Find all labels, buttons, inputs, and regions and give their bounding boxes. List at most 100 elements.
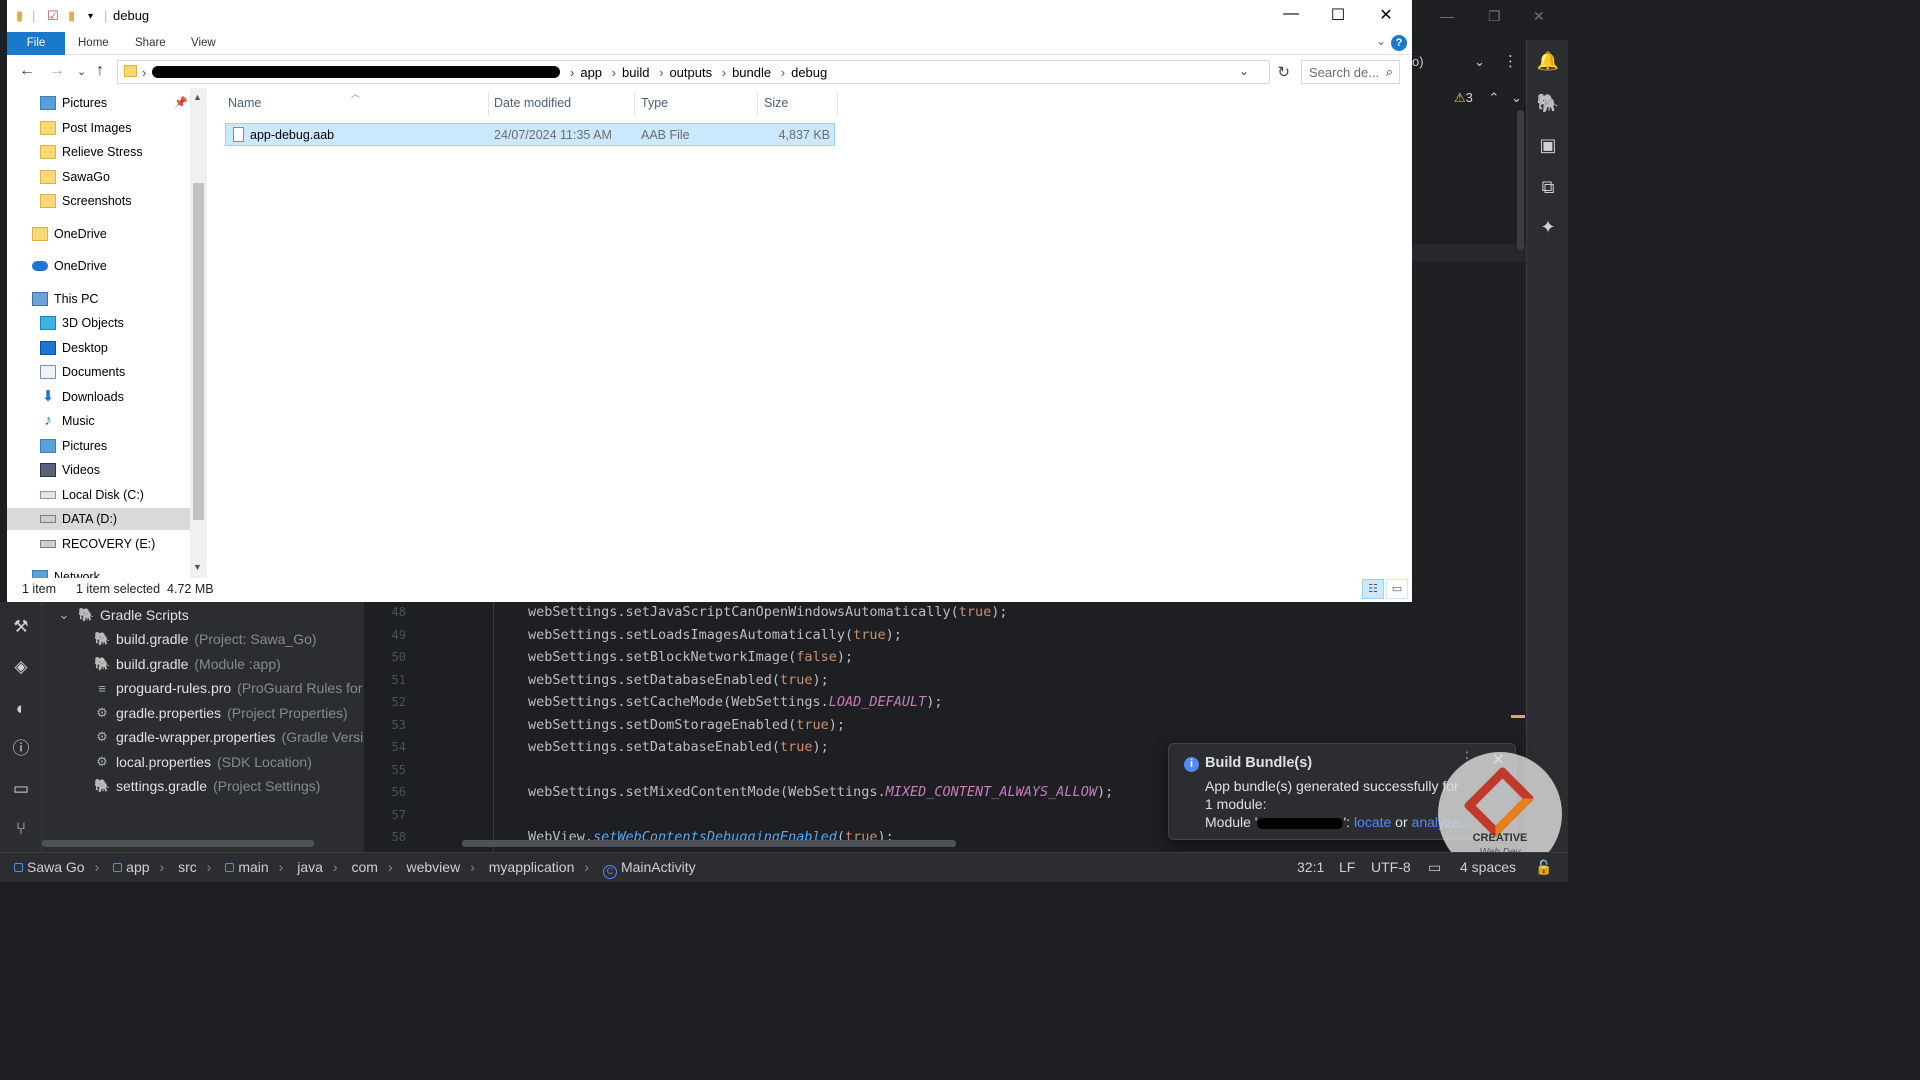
forward-icon[interactable]: → [49,62,65,80]
nav-item-videos[interactable]: Videos [40,459,100,481]
refresh-icon[interactable]: ↻ [1277,63,1290,81]
search-input[interactable]: Search de... ⌕ [1301,60,1400,84]
scrollbar-thumb[interactable] [193,183,204,520]
column-header-date[interactable]: Date modified [494,96,571,110]
lock-icon[interactable]: 🔓 [1535,859,1552,876]
breadcrumb-item[interactable]: debug [791,65,827,80]
breadcrumb-item[interactable]: build [622,65,649,80]
ide-restore-icon[interactable]: ❐ [1488,8,1501,25]
tree-item[interactable]: 🐘 settings.gradle (Project Settings) [94,775,320,797]
tree-item[interactable]: 🐘 build.gradle (Module :app) [94,653,281,675]
project-scrollbar[interactable] [42,840,314,847]
ide-minimize-icon[interactable]: — [1440,8,1454,24]
nav-item-onedrive-folder[interactable]: OneDrive [32,223,107,245]
nav-item-post-images[interactable]: Post Images [40,117,131,139]
nav-item-downloads[interactable]: ⬇ Downloads [40,386,124,408]
caret-position[interactable]: 32:1 [1297,859,1324,875]
nav-item-this-pc[interactable]: This PC [32,288,98,310]
gemini-icon[interactable]: ✦ [1535,214,1561,240]
tree-item[interactable]: ⚙ gradle-wrapper.properties (Gradle Versi [94,726,363,748]
help-icon[interactable]: ? [1391,35,1407,51]
recent-locations-icon[interactable]: ⌄ [77,65,86,78]
scroll-down-icon[interactable]: ▼ [193,562,202,572]
locate-link[interactable]: locate [1354,814,1391,830]
breadcrumb-item[interactable]: src [178,859,197,875]
navigation-scrollbar[interactable]: ▲ ▼ [190,88,207,578]
logcat-icon[interactable]: ◐ [8,696,34,722]
up-icon[interactable]: ↑ [96,62,104,80]
indent-setting[interactable]: 4 spaces [1460,859,1516,875]
chevron-down-icon[interactable]: ⌄ [1511,90,1522,105]
build-icon[interactable]: ⚒ [8,614,34,640]
terminal-icon[interactable]: ▭ [8,776,34,802]
new-folder-icon[interactable]: ▮ [68,8,75,24]
editor-scrollbar[interactable] [1517,110,1524,250]
large-icons-view-icon[interactable]: ▭ [1386,579,1408,599]
breadcrumb-item[interactable]: myapplication [489,859,575,875]
problems-icon[interactable]: ⓘ [8,736,34,762]
column-header-size[interactable]: Size [764,96,788,110]
tree-item[interactable]: 🐘 build.gradle (Project: Sawa_Go) [94,628,317,650]
more-options-icon[interactable]: ⋮ [1503,52,1518,70]
chevron-up-icon[interactable]: ⌃ [1489,90,1500,105]
breadcrumb-item[interactable]: Sawa Go [27,859,85,875]
nav-item-onedrive[interactable]: OneDrive [32,255,107,277]
column-header-type[interactable]: Type [641,96,668,110]
tree-item[interactable]: ≡ proguard-rules.pro (ProGuard Rules for [94,677,362,699]
nav-item-music[interactable]: ♪ Music [40,410,94,432]
back-icon[interactable]: ← [19,62,35,80]
breadcrumb-item[interactable]: java [297,859,323,875]
properties-icon[interactable]: ☑ [47,8,59,24]
scroll-up-icon[interactable]: ▲ [193,92,202,102]
nav-item-3d-objects[interactable]: 3D Objects [40,312,124,334]
ide-close-icon[interactable]: ✕ [1533,8,1545,25]
nav-item-relieve-stress[interactable]: Relieve Stress [40,141,143,163]
file-encoding[interactable]: UTF-8 [1371,859,1411,875]
breadcrumb-item[interactable]: app [580,65,602,80]
tab-view[interactable]: View [180,32,227,55]
maximize-icon[interactable]: ☐ [1315,5,1361,25]
expand-ribbon-icon[interactable]: ⌄ [1376,34,1386,48]
gem-icon[interactable]: ◈ [8,654,34,680]
close-icon[interactable]: ✕ [1363,5,1409,25]
nav-item-pictures[interactable]: Pictures [40,92,107,114]
nav-item-sawago[interactable]: SawaGo [40,166,110,188]
column-header-name[interactable]: Name [228,96,261,110]
nav-item-recovery-drive[interactable]: RECOVERY (E:) [40,533,155,555]
device-manager-icon[interactable]: ▣ [1535,132,1561,158]
address-bar[interactable]: › › app › build › outputs › bundle › debug ⌄ … [117,60,1290,84]
tab-file[interactable]: File [7,32,65,55]
readonly-toggle-icon[interactable]: ▭ [1428,859,1441,876]
breadcrumb-item[interactable]: app [126,859,149,875]
nav-item-network[interactable]: Network [32,566,100,578]
breadcrumb-item[interactable]: bundle [732,65,771,80]
warning-indicator[interactable]: ⚠3 ⌃ ⌄ [1454,90,1522,106]
chevron-down-icon[interactable]: ⌄ [1474,54,1485,70]
nav-item-data-drive[interactable]: DATA (D:) [7,508,190,530]
breadcrumb-item[interactable]: com [351,859,377,875]
minimize-icon[interactable]: — [1268,5,1314,23]
address-dropdown-icon[interactable]: ⌄ [1239,64,1249,78]
gradle-icon[interactable]: 🐘 [1535,90,1561,116]
breadcrumb-item[interactable]: webview [407,859,461,875]
tab-share[interactable]: Share [124,32,177,55]
details-view-icon[interactable]: ☷ [1362,579,1384,599]
tree-item[interactable]: ⚙ gradle.properties (Project Properties) [94,702,347,724]
nav-item-pictures-pc[interactable]: Pictures [40,435,107,457]
tree-item[interactable]: ⚙ local.properties (SDK Location) [94,751,312,773]
pin-icon[interactable]: 📌 [174,96,188,109]
customize-toolbar-icon[interactable]: ▾ [88,11,93,22]
notifications-icon[interactable]: 🔔 [1535,48,1561,74]
nav-item-screenshots[interactable]: Screenshots [40,190,131,212]
file-row[interactable]: app-debug.aab 24/07/2024 11:35 AM AAB Fi… [225,123,835,146]
git-icon[interactable]: ⑂ [8,816,34,842]
line-separator[interactable]: LF [1339,859,1355,875]
running-devices-icon[interactable]: ⧉ [1535,174,1561,200]
chevron-down-icon[interactable]: ⌄ [56,607,72,623]
breadcrumb-item[interactable]: outputs [669,65,712,80]
nav-item-documents[interactable]: Documents [40,361,125,383]
nav-item-local-disk[interactable]: Local Disk (C:) [40,484,144,506]
editor-horizontal-scrollbar[interactable] [462,840,956,847]
tab-home[interactable]: Home [67,32,120,55]
breadcrumb-item[interactable]: main [238,859,268,875]
